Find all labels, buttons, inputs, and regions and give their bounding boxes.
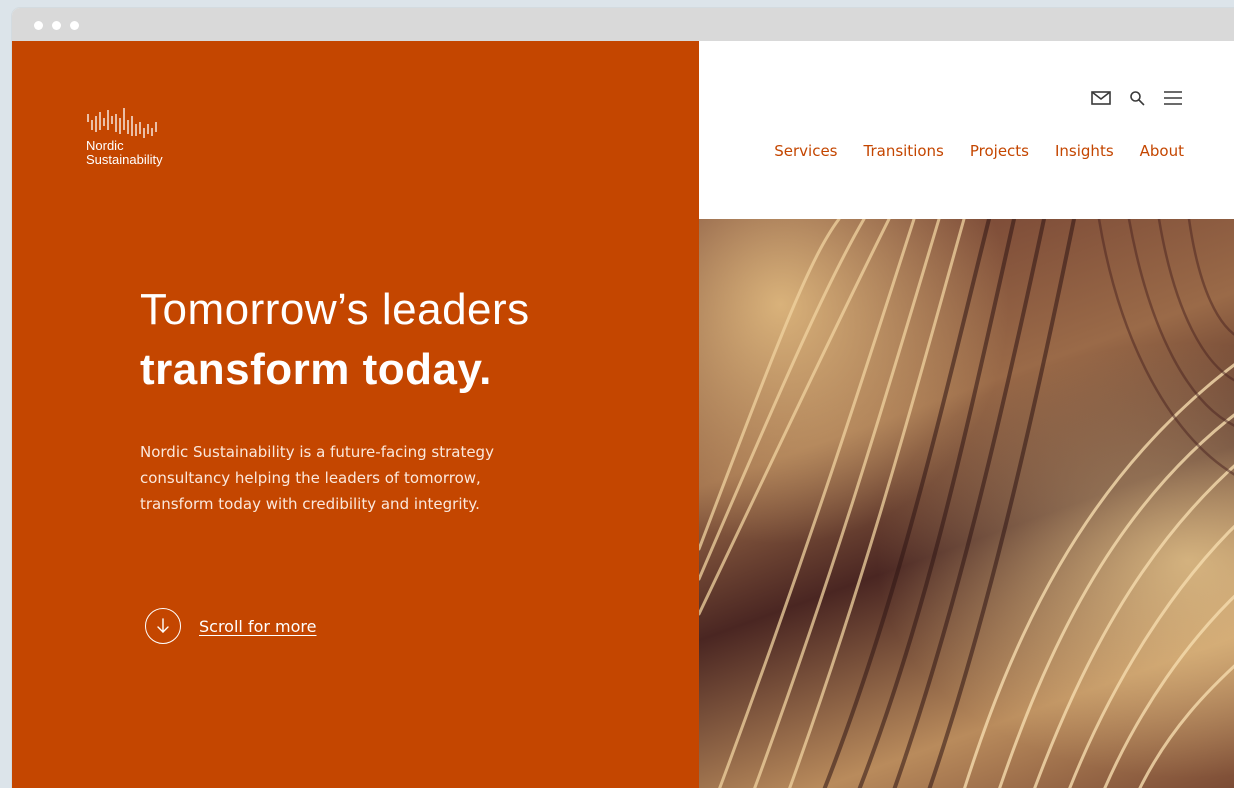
arrow-down-icon [157, 618, 169, 633]
nav-services[interactable]: Services [774, 142, 837, 160]
scroll-label[interactable]: Scroll for more [199, 617, 316, 636]
brand-name[interactable]: Nordic Sustainability [86, 139, 163, 167]
intro-line: Nordic Sustainability is a future-facing… [140, 443, 494, 461]
nav-insights[interactable]: Insights [1055, 142, 1114, 160]
scroll-circle[interactable] [145, 608, 181, 644]
brand-name-line1: Nordic [86, 138, 124, 153]
window-dot-maximize[interactable] [70, 21, 79, 30]
intro-line: consultancy helping the leaders of tomor… [140, 469, 481, 487]
window-dot-minimize[interactable] [52, 21, 61, 30]
main-nav: Services Transitions Projects Insights A… [774, 142, 1184, 160]
window-chrome [12, 8, 1234, 41]
mail-icon[interactable] [1090, 87, 1112, 109]
headline-light: Tomorrow’s leaders [140, 285, 530, 334]
hero-headline: Tomorrow’s leaders transform today. [140, 281, 660, 401]
header-icons [1090, 87, 1184, 109]
menu-icon[interactable] [1162, 87, 1184, 109]
browser-window: Nordic Sustainability Tomorrow’s leaders… [12, 8, 1234, 788]
hero-image [699, 219, 1234, 788]
headline-bold: transform today. [140, 345, 492, 394]
window-dot-close[interactable] [34, 21, 43, 30]
hero-panel: Nordic Sustainability Tomorrow’s leaders… [12, 41, 699, 788]
nav-transitions[interactable]: Transitions [864, 142, 944, 160]
intro-line: transform today with credibility and int… [140, 495, 480, 513]
nav-projects[interactable]: Projects [970, 142, 1029, 160]
search-icon[interactable] [1126, 87, 1148, 109]
scroll-link[interactable]: Scroll for more [145, 606, 316, 646]
abstract-lines-image [699, 219, 1234, 788]
hero-intro: Nordic Sustainability is a future-facing… [140, 439, 560, 517]
site-header: Services Transitions Projects Insights A… [699, 41, 1234, 219]
nav-about[interactable]: About [1140, 142, 1184, 160]
brand-name-line2: Sustainability [86, 152, 163, 167]
